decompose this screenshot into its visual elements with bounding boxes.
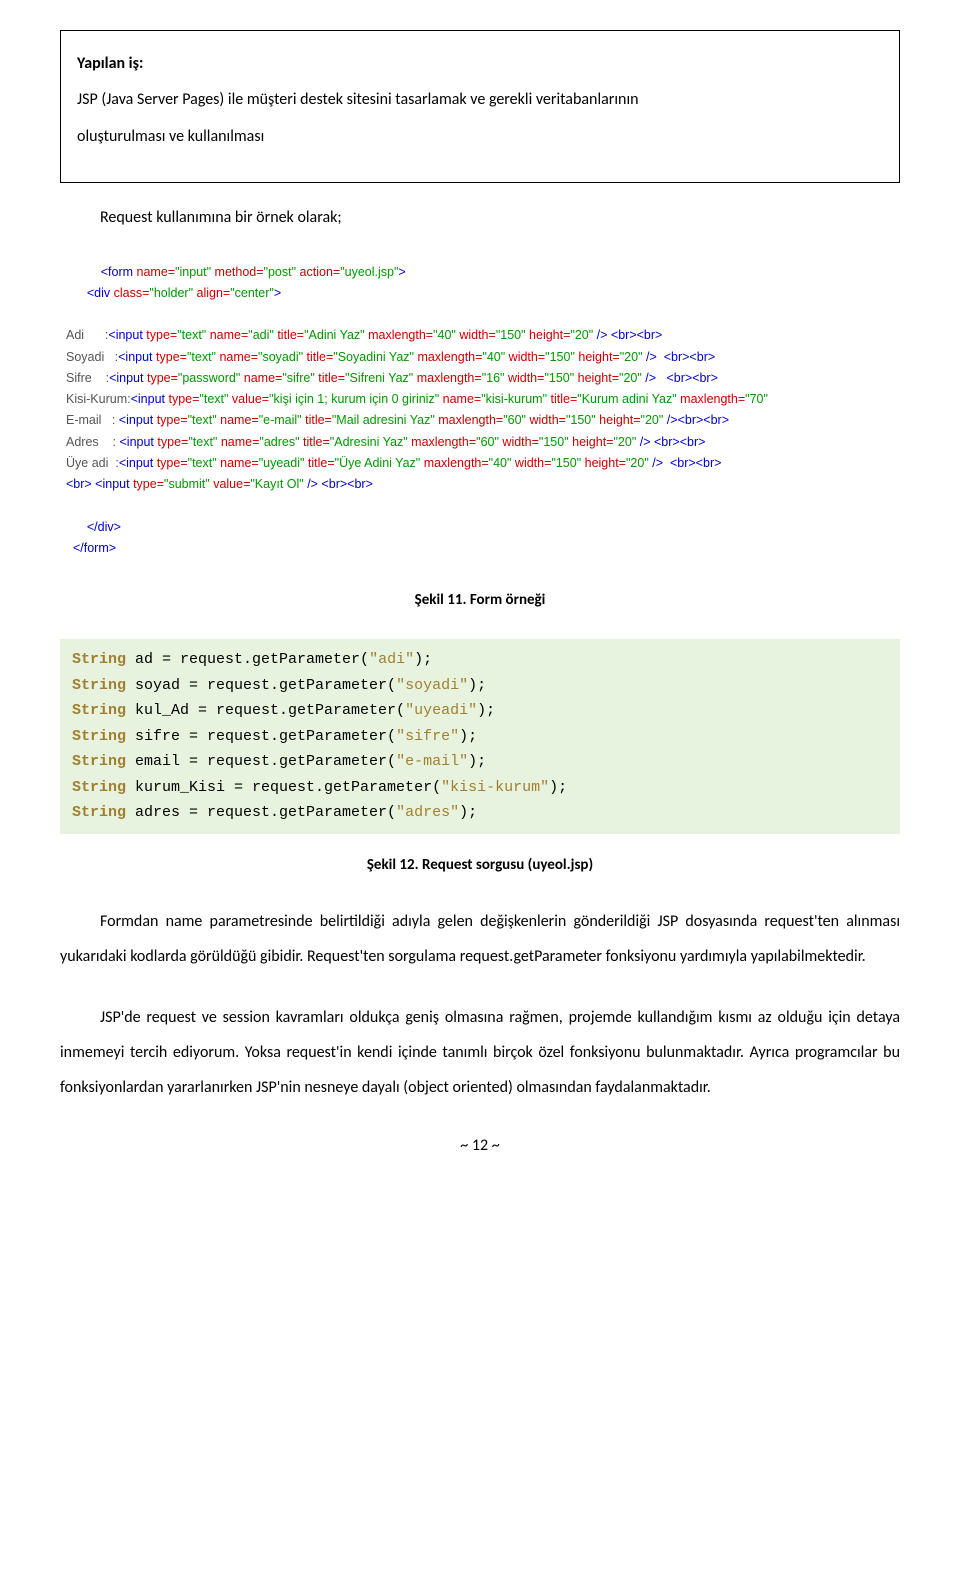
- body-paragraph-1: Formdan name parametresinde belirtildiği…: [60, 904, 900, 974]
- header-title: Yapılan iş:: [77, 49, 883, 79]
- html-form-code-block: <form name="input" method="post" action=…: [60, 252, 900, 570]
- java-request-code-block: String ad = request.getParameter("adi");…: [60, 639, 900, 834]
- figure-12-caption: Şekil 12. Request sorgusu (uyeol.jsp): [60, 856, 900, 874]
- body-paragraph-2: JSP'de request ve session kavramları old…: [60, 1000, 900, 1106]
- header-desc-line-1: JSP (Java Server Pages) ile müşteri dest…: [77, 85, 883, 115]
- figure-11-caption: Şekil 11. Form örneği: [60, 591, 900, 609]
- document-page: Yapılan iş: JSP (Java Server Pages) ile …: [0, 0, 960, 1175]
- header-box: Yapılan iş: JSP (Java Server Pages) ile …: [60, 30, 900, 183]
- page-number: ~ 12 ~: [60, 1136, 900, 1155]
- header-desc-line-2: oluşturulması ve kullanılması: [77, 122, 883, 152]
- intro-text: Request kullanımına bir örnek olarak;: [60, 203, 900, 233]
